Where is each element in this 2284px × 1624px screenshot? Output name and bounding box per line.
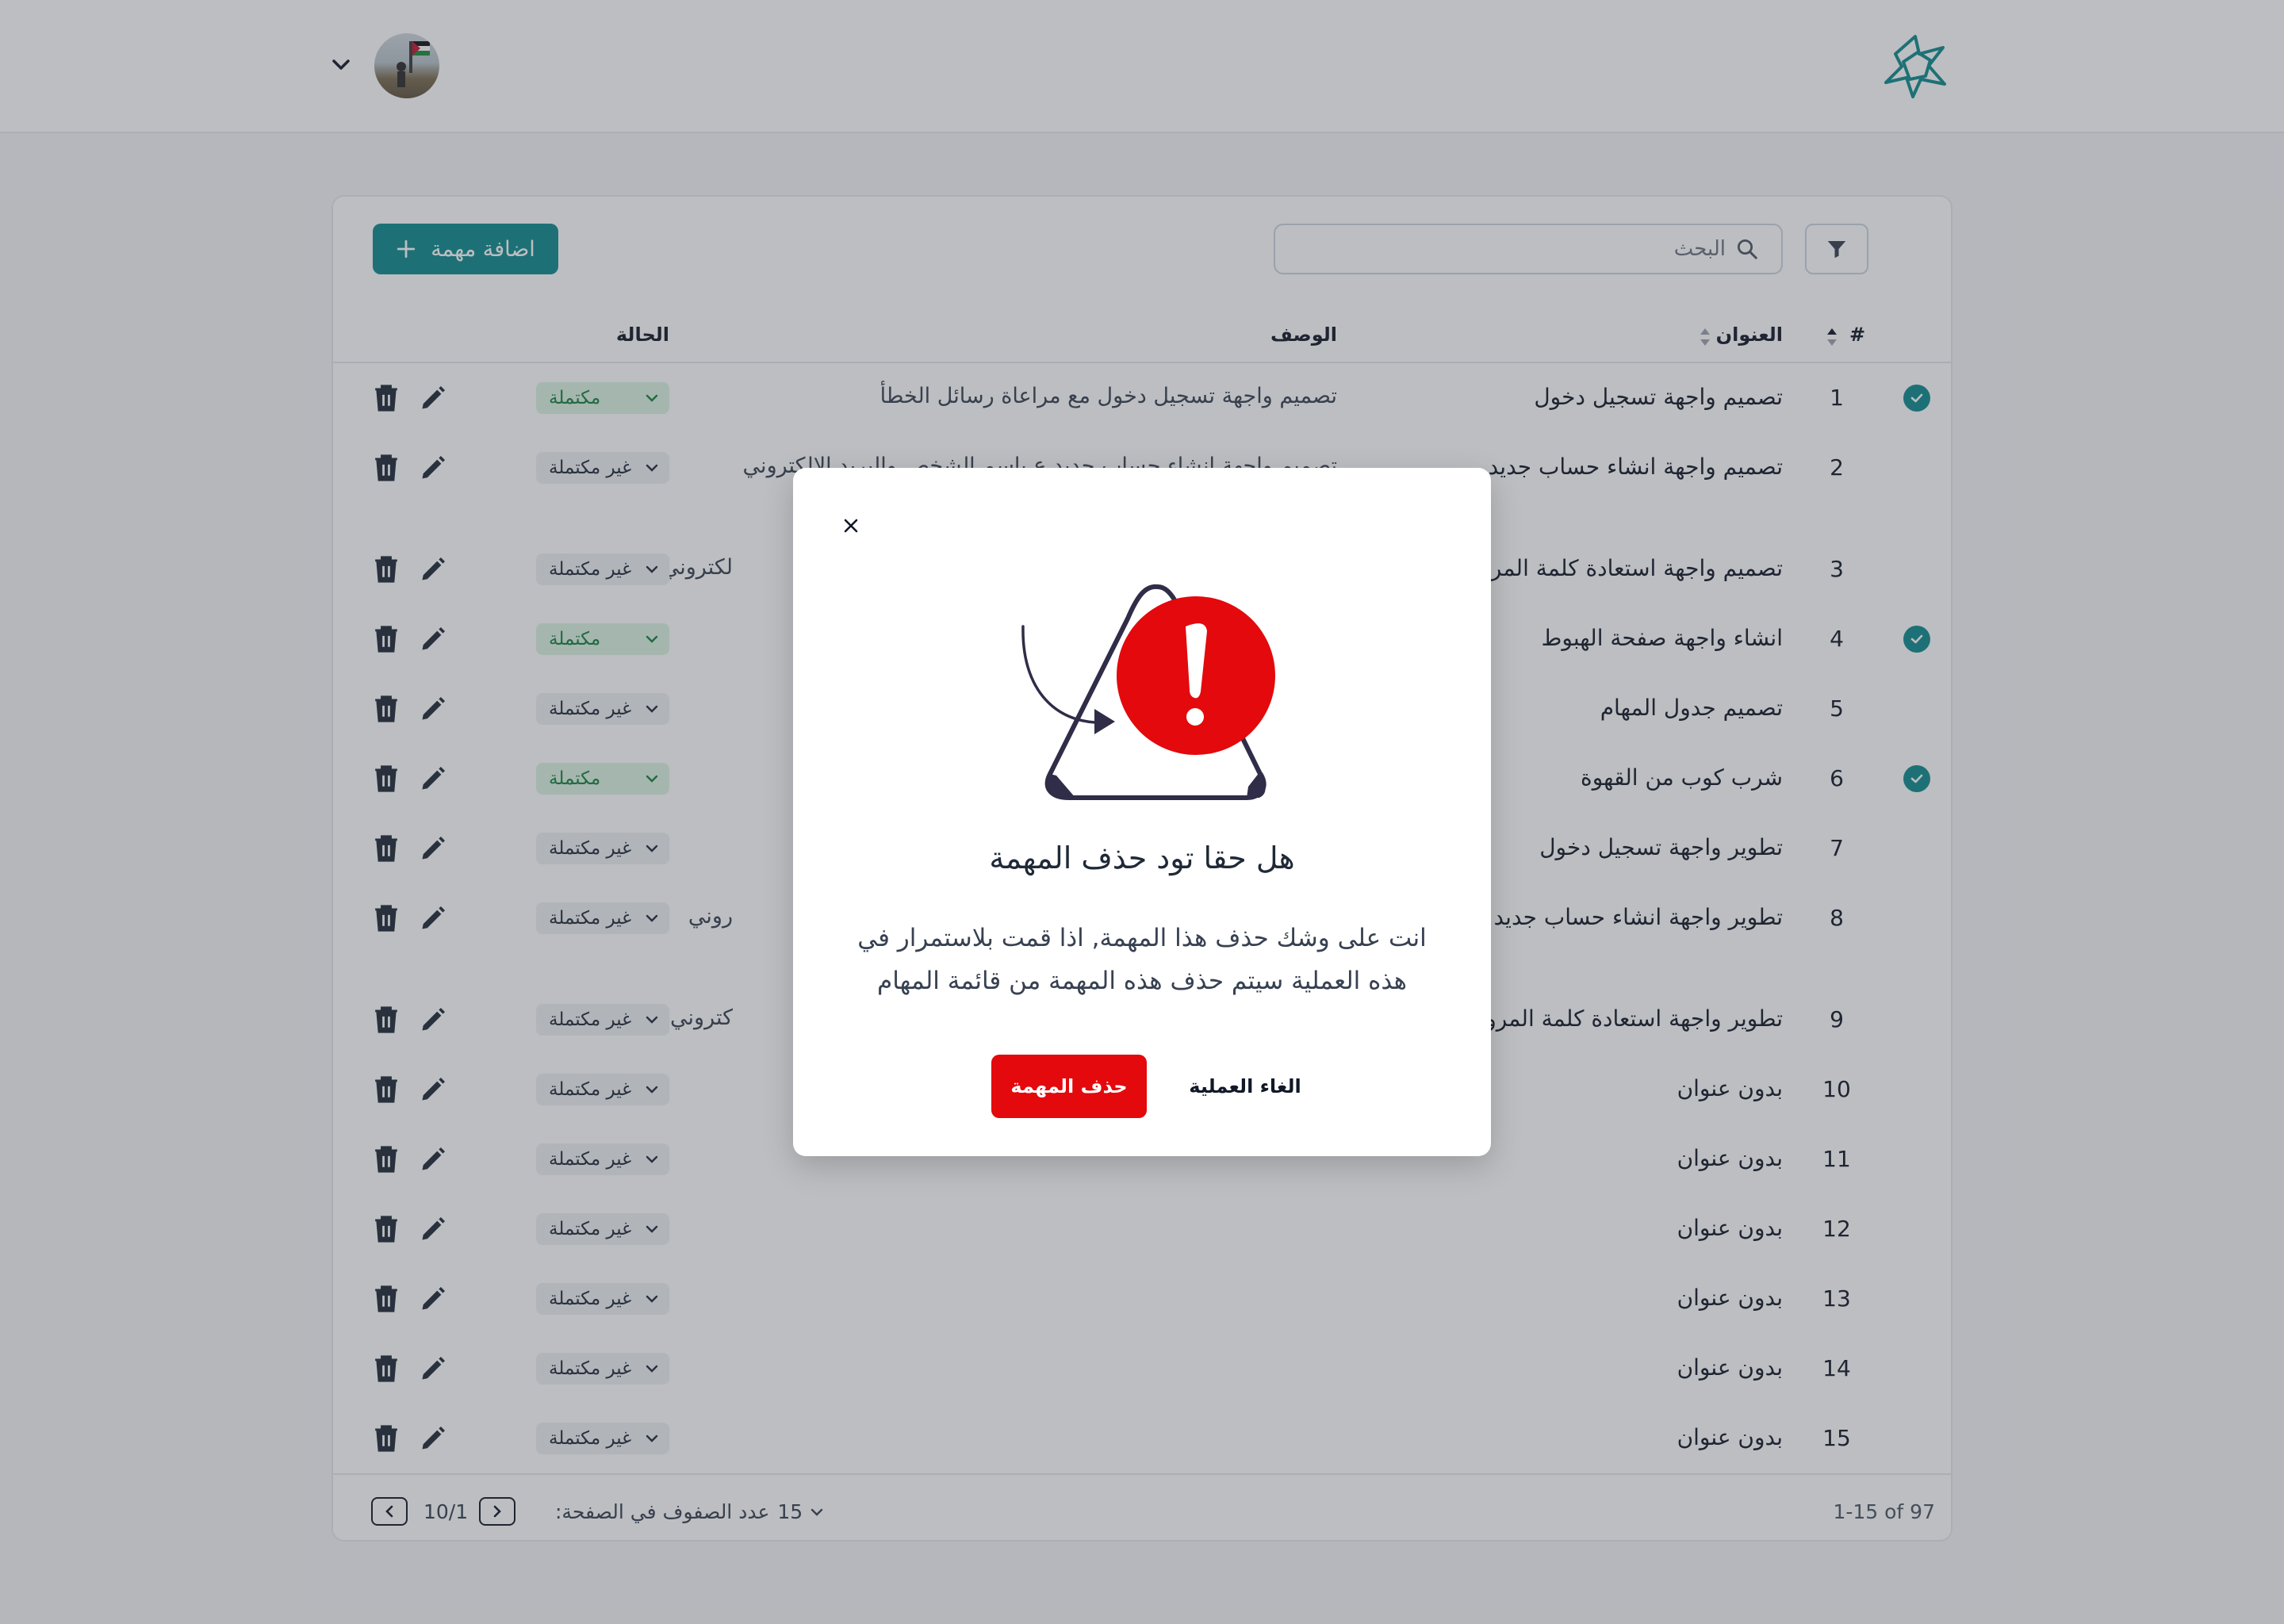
dialog-title: هل حقا تود حذف المهمة: [989, 841, 1295, 875]
confirm-delete-button[interactable]: حذف المهمة: [991, 1055, 1147, 1118]
close-icon[interactable]: [837, 512, 864, 539]
cancel-button[interactable]: الغاء العملية: [1166, 1055, 1324, 1118]
dialog-message: انت على وشك حذف هذا المهمة, اذا قمت بلاس…: [857, 924, 1427, 995]
delete-confirm-dialog: هل حقا تود حذف المهمة انت على وشك حذف هذ…: [793, 468, 1491, 1156]
warning-triangle-icon: [1021, 584, 1275, 800]
